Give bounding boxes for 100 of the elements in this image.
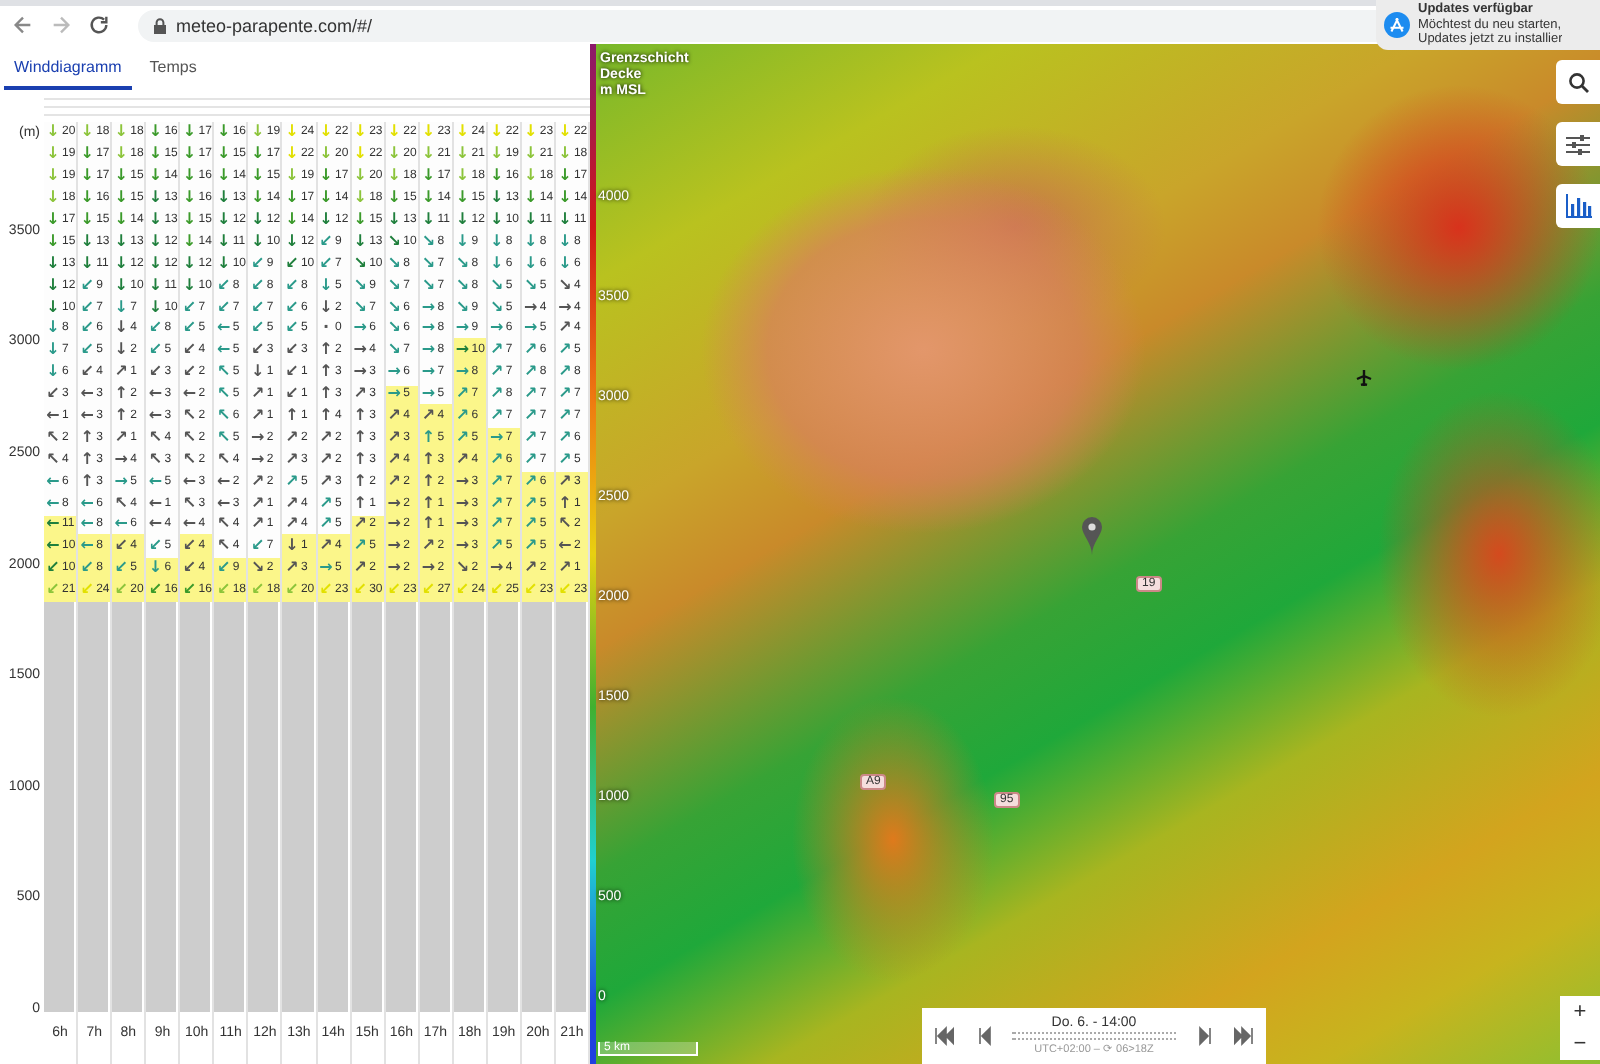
- wind-arrow: ↑: [353, 473, 368, 490]
- wind-arrow: ↑: [353, 451, 368, 468]
- wind-arrow: ↓: [353, 233, 368, 250]
- wind-arrow: ↓: [319, 277, 333, 294]
- wind-arrow: ↙: [284, 277, 299, 294]
- wind-arrow: ↖: [148, 429, 163, 446]
- wind-arrow: ↓: [489, 168, 504, 185]
- wind-arrow: ↓: [557, 255, 572, 272]
- wind-arrow: ↗: [319, 495, 333, 512]
- wind-arrow: ↙: [80, 299, 95, 316]
- wind-arrow: ↓: [557, 212, 572, 228]
- wind-arrow: ↑: [80, 473, 95, 490]
- wind-arrow: ↓: [114, 277, 129, 294]
- wind-arrow: →: [114, 451, 129, 468]
- wind-arrow: ↙: [250, 320, 265, 337]
- wind-arrow: ←: [148, 386, 163, 403]
- wind-arrow: ↗: [557, 473, 572, 490]
- wind-arrow: ←: [182, 473, 197, 490]
- wind-arrow: ←: [148, 495, 163, 512]
- wind-arrow: ↖: [148, 451, 163, 468]
- wind-arrow: ↘: [387, 233, 402, 250]
- wind-arrow: ↓: [216, 255, 231, 272]
- wind-arrow: ↖: [114, 495, 129, 512]
- wind-arrow: ↙: [216, 299, 231, 316]
- wind-arrow: ↓: [182, 168, 197, 185]
- wind-arrow: ↙: [284, 364, 299, 381]
- wind-arrow: ↖: [216, 408, 231, 425]
- wind-arrow: ↙: [182, 538, 197, 555]
- wind-arrow: ↗: [284, 495, 299, 512]
- wind-arrow: ↗: [455, 408, 470, 425]
- wind-arrow: ↓: [284, 168, 299, 185]
- wind-arrow: ↗: [114, 429, 129, 446]
- wind-arrow: ←: [216, 473, 231, 490]
- wind-arrow: →: [421, 560, 436, 577]
- wind-arrow: ↓: [148, 277, 163, 294]
- wind-arrow: ↓: [319, 299, 333, 316]
- wind-arrow: ↑: [319, 342, 333, 359]
- wind-arrow: →: [489, 560, 504, 577]
- wind-arrow: ↙: [182, 582, 197, 599]
- wind-arrow: ↗: [489, 538, 504, 555]
- wind-arrow: ↑: [421, 451, 436, 468]
- wind-arrow: ↗: [523, 429, 538, 446]
- wind-arrow: ↓: [387, 146, 402, 163]
- wind-arrow: ↘: [353, 277, 368, 294]
- wind-arrow: ↗: [523, 364, 538, 381]
- wind-arrow: ↓: [216, 190, 231, 207]
- wind-arrow: ↓: [353, 190, 368, 207]
- wind-arrow: ↓: [489, 233, 504, 250]
- wind-arrow: ←: [46, 516, 60, 533]
- wind-arrow: ↙: [489, 582, 504, 599]
- wind-arrow: →: [455, 495, 470, 512]
- wind-arrow: ↙: [182, 299, 197, 316]
- wind-arrow: ↓: [216, 212, 231, 228]
- wind-arrow: ↖: [182, 451, 197, 468]
- wind-arrow: ↙: [80, 582, 95, 599]
- wind-arrow: ↓: [319, 168, 333, 185]
- wind-arrow: ↓: [250, 190, 265, 207]
- wind-arrow: ↓: [46, 124, 60, 141]
- wind-arrow: →: [489, 320, 504, 337]
- wind-arrow: →: [387, 364, 402, 381]
- wind-arrow: ↙: [80, 320, 95, 337]
- wind-arrow: ↗: [353, 538, 368, 555]
- wind-arrow: ↓: [216, 124, 231, 141]
- wind-arrow: ↑: [114, 386, 129, 403]
- wind-arrow: ↓: [250, 233, 265, 250]
- wind-arrow: ←: [557, 538, 572, 555]
- wind-arrow: ↓: [148, 212, 163, 228]
- wind-arrow: →: [250, 451, 265, 468]
- wind-arrow: ↑: [421, 429, 436, 446]
- wind-arrow: ↙: [114, 582, 129, 599]
- wind-arrow: ↓: [421, 168, 436, 185]
- wind-arrow: ←: [80, 386, 95, 403]
- wind-arrow: ↓: [489, 255, 504, 272]
- wind-arrow: ↓: [557, 190, 572, 207]
- wind-arrow: ↗: [455, 451, 470, 468]
- wind-arrow: ↙: [80, 342, 95, 359]
- wind-arrow: ↗: [455, 429, 470, 446]
- wind-arrow: ↗: [557, 342, 572, 359]
- wind-arrow: ↗: [284, 429, 299, 446]
- wind-arrow: ↙: [46, 386, 60, 403]
- wind-arrow: ↗: [284, 473, 299, 490]
- wind-arrow: ←: [80, 538, 95, 555]
- wind-arrow: ↗: [284, 560, 299, 577]
- wind-arrow: ←: [46, 495, 60, 512]
- wind-arrow: →: [421, 320, 436, 337]
- wind-arrow: ↓: [80, 146, 95, 163]
- wind-arrow: ↑: [421, 473, 436, 490]
- wind-arrow: ↑: [353, 495, 368, 512]
- wind-arrow: ↓: [46, 255, 60, 272]
- wind-arrow: ←: [148, 516, 163, 533]
- wind-arrow: ↘: [353, 299, 368, 316]
- wind-arrow: ↓: [387, 190, 402, 207]
- wind-arrow: ↗: [557, 320, 572, 337]
- wind-arrow: ↓: [46, 277, 60, 294]
- wind-arrow: ↓: [46, 320, 60, 337]
- wind-arrow: ↙: [353, 582, 368, 599]
- wind-arrow: ↓: [455, 124, 470, 141]
- wind-arrow: ↗: [353, 386, 368, 403]
- wind-arrow: ↓: [182, 233, 197, 250]
- wind-arrow: ↓: [421, 212, 436, 228]
